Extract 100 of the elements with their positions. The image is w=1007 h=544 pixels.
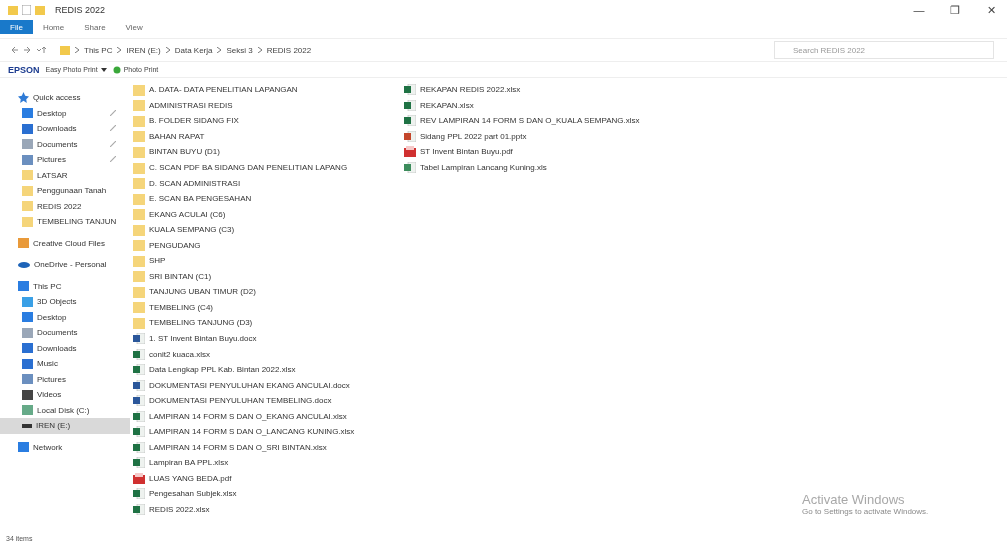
document-icon <box>133 441 145 453</box>
file-item[interactable]: C. SCAN PDF BA SIDANG DAN PENELITIAN LAPANG <box>133 159 404 176</box>
file-item[interactable]: REV LAMPIRAN 14 FORM S DAN O_KUALA SEMPANG.xlsx <box>404 113 704 129</box>
file-item[interactable]: LAMPIRAN 14 FORM S DAN O_LANCANG KUNING.xlsx <box>133 424 404 440</box>
file-item[interactable]: REKAPAN REDIS 2022.xlsx <box>404 82 704 98</box>
file-name: E. SCAN BA PENGESAHAN <box>149 194 252 204</box>
ribbon-tab[interactable]: File <box>0 20 33 34</box>
file-item[interactable]: ADMINISTRASI REDIS <box>133 97 404 114</box>
sidebar-item[interactable]: Network <box>0 439 130 455</box>
sidebar-item[interactable]: This PC <box>0 278 130 294</box>
file-item[interactable]: EKANG ACULAI (C6) <box>133 206 404 222</box>
breadcrumb[interactable]: IREN (E:) <box>126 45 161 55</box>
file-item[interactable]: SRI BINTAN (C1) <box>133 268 404 285</box>
file-item[interactable]: KUALA SEMPANG (C3) <box>133 221 404 238</box>
sidebar-item[interactable]: Music <box>0 356 130 372</box>
document-icon <box>133 410 145 422</box>
sidebar-item[interactable]: TEMBELING TANJUN <box>0 214 130 230</box>
sidebar-item[interactable]: Documents <box>0 136 130 152</box>
file-item[interactable]: E. SCAN BA PENGESAHAN <box>133 190 404 207</box>
file-name: LAMPIRAN 14 FORM S DAN O_EKANG ANCULAI.xlsx <box>149 411 347 421</box>
sidebar-item[interactable]: Pictures <box>0 152 130 168</box>
sidebar-item[interactable]: Documents <box>0 325 130 341</box>
ribbon-tab[interactable]: View <box>115 20 153 34</box>
breadcrumb[interactable]: REDIS 2022 <box>266 45 312 55</box>
window-control[interactable]: ✕ <box>975 0 1007 20</box>
sidebar-item[interactable]: Quick access <box>0 90 130 106</box>
sidebar-item[interactable]: Penggunaan Tanah <box>0 183 130 199</box>
folder-icon <box>133 254 145 267</box>
file-name: REKAPAN REDIS 2022.xlsx <box>420 85 521 95</box>
sidebar-item[interactable]: OneDrive - Personal <box>0 257 130 273</box>
ribbon-tab[interactable]: Share <box>74 20 116 34</box>
sidebar-item[interactable]: Local Disk (C:) <box>0 402 130 418</box>
item-icon <box>22 154 33 165</box>
file-item[interactable]: LUAS YANG BEDA.pdf <box>133 470 404 487</box>
file-item[interactable]: Data Lengkap PPL Kab. Bintan 2022.xlsx <box>133 361 404 378</box>
file-name: B. FOLDER SIDANG FIX <box>149 116 239 126</box>
item-icon <box>22 123 33 134</box>
file-item[interactable]: A. DATA- DATA PENELITIAN LAPANGAN <box>133 82 404 98</box>
file-item[interactable]: DOKUMENTASI PENYULUHAN EKANG ANCULAI.docx <box>133 377 404 393</box>
file-item[interactable]: conit2 kuaca.xlsx <box>133 346 404 362</box>
file-item[interactable]: B. FOLDER SIDANG FIX <box>133 113 404 129</box>
file-item[interactable]: BINTAN BUYU (D1) <box>133 144 404 160</box>
item-icon <box>22 374 33 385</box>
folder-icon <box>133 270 145 283</box>
file-name: DOKUMENTASI PENYULUHAN EKANG ANCULAI.docx <box>149 380 350 390</box>
file-item[interactable]: 1. ST Invent Bintan Buyu.docx <box>133 330 404 347</box>
file-name: REV LAMPIRAN 14 FORM S DAN O_KUALA SEMPANG.xlsx <box>420 116 640 126</box>
sidebar-item[interactable]: REDIS 2022 <box>0 198 130 214</box>
sidebar-item[interactable]: 3D Objects <box>0 294 130 310</box>
file-item[interactable]: Sidang PPL 2022 part 01.pptx <box>404 128 704 145</box>
breadcrumb[interactable]: Seksi 3 <box>226 45 253 55</box>
file-item[interactable]: TEMBELING (C4) <box>133 299 404 316</box>
file-item[interactable]: Lampiran BA PPL.xlsx <box>133 455 404 471</box>
sidebar-item[interactable]: Desktop <box>0 105 130 121</box>
sidebar-item[interactable]: Videos <box>0 387 130 403</box>
pin-icon <box>110 156 116 164</box>
item-icon <box>22 343 33 354</box>
file-name: PENGUDANG <box>149 240 201 250</box>
file-item[interactable]: PENGUDANG <box>133 237 404 253</box>
sidebar-item[interactable]: LATSAR <box>0 167 130 183</box>
file-item[interactable]: DOKUMENTASI PENYULUHAN TEMBELING.docx <box>133 392 404 409</box>
window-control[interactable]: — <box>903 0 935 20</box>
breadcrumb[interactable]: This PC <box>84 45 113 55</box>
folder-icon <box>8 5 18 15</box>
address-bar[interactable]: This PC IREN (E:) Data Kerja Seksi 3 REDIS 2022 <box>56 41 756 59</box>
file-item[interactable]: LAMPIRAN 14 FORM S DAN O_EKANG ANCULAI.xlsx <box>133 408 404 425</box>
new-folder-icon[interactable] <box>35 5 45 15</box>
sidebar-item[interactable]: IREN (E:) <box>0 418 130 434</box>
folder-icon <box>133 145 145 158</box>
chevron-icon <box>75 46 79 54</box>
file-item[interactable]: REKAPAN.xlsx <box>404 97 704 114</box>
file-item[interactable]: ST Invent Bintan Buyu.pdf <box>404 144 704 160</box>
file-item[interactable]: TEMBELING TANJUNG (D3) <box>133 315 404 331</box>
item-icon <box>22 358 33 369</box>
ribbon-tab[interactable]: Home <box>32 20 75 34</box>
file-item[interactable]: SHP <box>133 253 404 269</box>
sidebar-label: Videos <box>37 390 62 400</box>
file-item[interactable]: BAHAN RAPAT <box>133 128 404 145</box>
file-name: REDIS 2022.xlsx <box>149 505 210 515</box>
file-item[interactable]: LAMPIRAN 14 FORM S DAN O_SRI BINTAN.xlsx <box>133 439 404 456</box>
sidebar-item[interactable]: Pictures <box>0 371 130 387</box>
file-name: ADMINISTRASI REDIS <box>149 100 233 110</box>
file-item[interactable]: Tabel Lampiran Lancang Kuning.xls <box>404 159 704 176</box>
sidebar-item[interactable]: Creative Cloud Files <box>0 235 130 251</box>
file-item[interactable]: D. SCAN ADMINISTRASI <box>133 175 404 191</box>
chevron-icon <box>257 46 262 54</box>
sidebar-label: LATSAR <box>37 170 68 180</box>
sidebar-item[interactable]: Downloads <box>0 340 130 356</box>
search-field[interactable]: Search REDIS 2022 <box>774 41 994 59</box>
window-control[interactable]: ❐ <box>939 0 971 20</box>
file-item[interactable]: TANJUNG UBAN TIMUR (D2) <box>133 284 404 300</box>
breadcrumb[interactable]: Data Kerja <box>174 45 213 55</box>
sidebar-item[interactable]: Downloads <box>0 121 130 137</box>
pin-icon <box>110 140 116 148</box>
sidebar-item[interactable]: Desktop <box>0 309 130 325</box>
document-icon <box>133 488 145 500</box>
sidebar-label: Music <box>37 359 58 369</box>
document-icon <box>404 115 416 127</box>
file-item[interactable]: REDIS 2022.xlsx <box>133 501 404 518</box>
file-item[interactable]: Pengesahan Subjek.xlsx <box>133 486 404 502</box>
